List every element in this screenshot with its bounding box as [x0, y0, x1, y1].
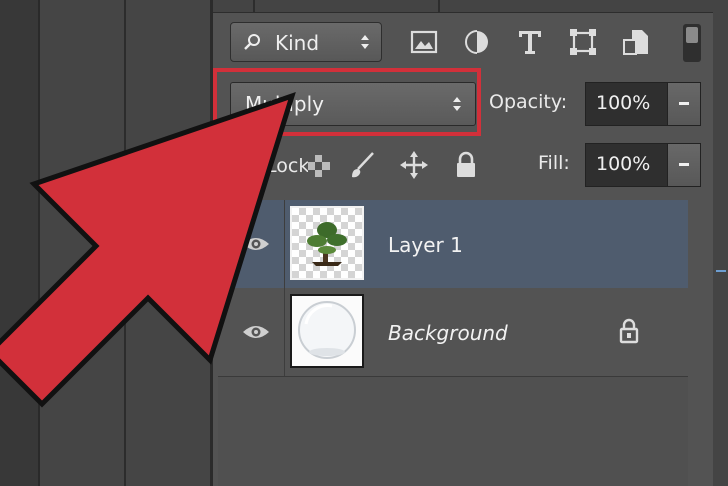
fill-value: 100% — [596, 153, 651, 175]
opacity-field[interactable]: 100% — [585, 82, 701, 126]
shape-filter-icon[interactable] — [569, 28, 597, 56]
layer-name: Layer 1 — [388, 233, 463, 257]
lock-transparent-pixels-icon[interactable] — [305, 150, 333, 180]
guide-marker — [716, 270, 726, 272]
chevron-down-icon — [679, 163, 689, 166]
image-filter-icon[interactable] — [410, 28, 438, 56]
workspace-column — [126, 0, 213, 486]
opacity-dropdown-button[interactable] — [667, 83, 700, 125]
chevron-down-icon — [679, 102, 689, 105]
smart-object-filter-icon[interactable] — [622, 28, 650, 56]
blend-mode-select[interactable]: Multiply — [230, 82, 476, 126]
layer-thumbnail — [290, 294, 364, 368]
filter-kind-label: Kind — [275, 31, 320, 55]
panel-tab-bar — [213, 0, 713, 13]
opacity-label: Opacity: — [489, 91, 568, 113]
fill-field[interactable]: 100% — [585, 143, 701, 187]
blend-mode-value: Multiply — [245, 92, 324, 116]
brush-icon[interactable] — [348, 150, 376, 180]
layer-thumbnail — [290, 206, 364, 280]
eye-icon[interactable] — [242, 322, 270, 342]
search-icon — [244, 34, 260, 50]
fill-dropdown-button[interactable] — [667, 144, 700, 186]
layer-name: Background — [388, 321, 508, 345]
move-icon[interactable] — [400, 150, 428, 180]
bonsai-tree-icon — [307, 222, 347, 266]
layer-row[interactable]: Layer 1 — [218, 200, 688, 289]
layers-panel: Kind Multiply Opacity: 100% Lock: Fill: … — [213, 0, 713, 486]
lock-icon — [619, 318, 639, 344]
toggle-knob — [686, 27, 698, 43]
updown-arrows-icon — [453, 97, 461, 111]
filter-kind-select[interactable]: Kind — [230, 22, 382, 62]
updown-arrows-icon — [361, 35, 369, 49]
eye-icon[interactable] — [242, 234, 270, 254]
adjustment-filter-icon[interactable] — [463, 28, 491, 56]
opacity-value: 100% — [596, 92, 651, 114]
filter-toggle-switch[interactable] — [683, 24, 701, 62]
lock-icon[interactable] — [452, 150, 480, 180]
layer-list: Layer 1 Background — [218, 200, 688, 486]
fill-label: Fill: — [538, 152, 570, 174]
row-divider — [284, 200, 285, 288]
workspace-column — [40, 0, 126, 486]
glass-sphere-icon — [298, 301, 356, 359]
tab-separator — [253, 0, 255, 12]
canvas-edge — [713, 0, 728, 486]
tab-separator — [438, 0, 440, 12]
type-filter-icon[interactable] — [516, 28, 544, 56]
row-divider — [284, 288, 285, 376]
layer-row[interactable]: Background — [218, 288, 688, 377]
workspace-column — [0, 0, 40, 486]
